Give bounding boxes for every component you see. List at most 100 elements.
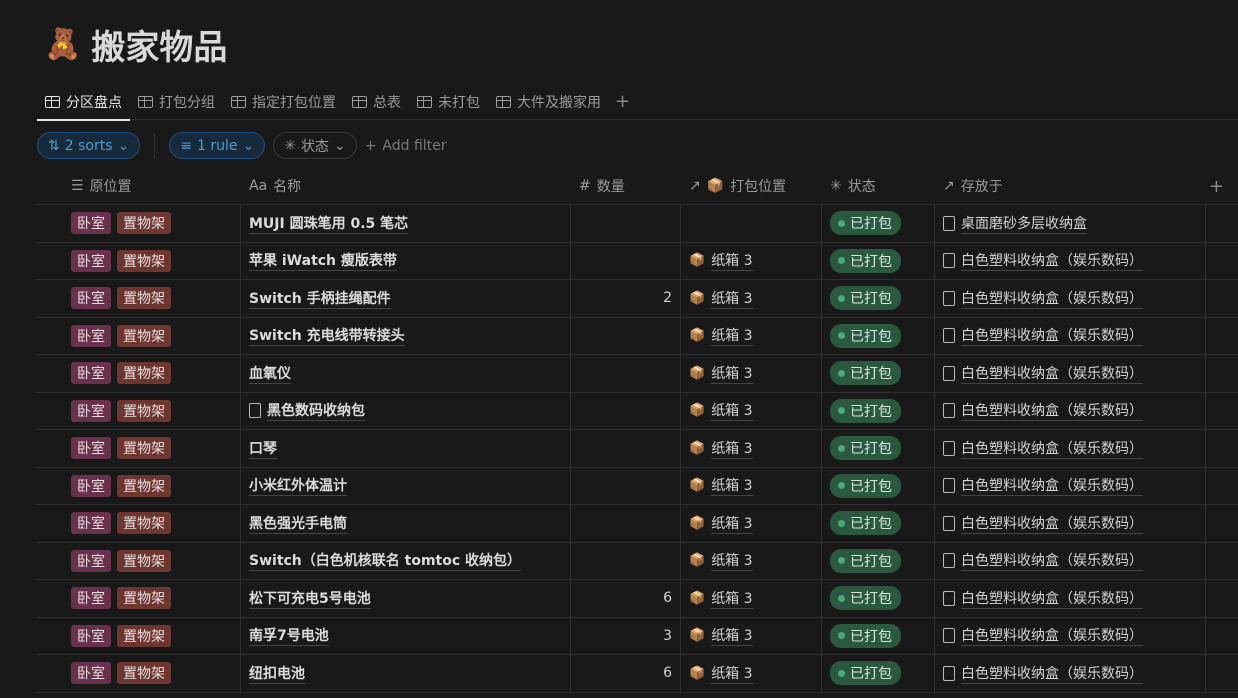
add-view-button[interactable]: + <box>609 91 636 112</box>
pack-cell[interactable]: 📦 纸箱 3 <box>681 467 822 504</box>
table-row[interactable]: 卧室 置物架 纽扣电池 6 📦 纸箱 3 已打包 白色塑料收纳盒（娱乐数码） <box>37 655 1238 693</box>
table-row[interactable]: 卧室 置物架 Switch 充电线带转接头 📦 纸箱 3 已打包 白色塑料收纳盒（娱… <box>37 317 1238 355</box>
location-cell[interactable]: 卧室 置物架 <box>37 655 241 692</box>
item-name[interactable]: 松下可充电5号电池 <box>249 588 371 609</box>
stored-cell[interactable]: 白色塑料收纳盒（娱乐数码） <box>935 280 1206 317</box>
pack-cell[interactable]: 📦 纸箱 3 <box>681 392 822 429</box>
item-name[interactable]: 纽扣电池 <box>249 663 305 684</box>
stored-link[interactable]: 白色塑料收纳盒（娱乐数码） <box>961 625 1143 647</box>
qty-cell[interactable]: 6 <box>571 580 681 617</box>
table-row[interactable]: 卧室 置物架 Switch（白色机核联名 tomtoc 收纳包） 📦 纸箱 3 已打… <box>37 542 1238 580</box>
pack-link[interactable]: 纸箱 3 <box>711 625 753 647</box>
pack-cell[interactable]: 📦 纸箱 3 <box>681 580 822 617</box>
pack-link[interactable]: 纸箱 3 <box>711 550 753 572</box>
pack-link[interactable]: 纸箱 3 <box>711 513 753 534</box>
pack-cell[interactable]: 📦 纸箱 3 <box>681 355 822 392</box>
sorts-button[interactable]: ⇅ 2 sorts ⌄ <box>37 132 141 159</box>
pack-cell[interactable]: 📦 纸箱 3 <box>681 542 822 579</box>
stored-cell[interactable]: 白色塑料收纳盒（娱乐数码） <box>935 505 1206 542</box>
name-cell[interactable]: 黑色强光手电筒 <box>241 505 571 542</box>
name-cell[interactable]: 黑色数码收纳包 <box>241 392 571 429</box>
location-cell[interactable]: 卧室 置物架 <box>37 542 241 579</box>
stored-cell[interactable]: 白色塑料收纳盒（娱乐数码） <box>935 355 1206 392</box>
stored-cell[interactable]: 白色塑料收纳盒（娱乐数码） <box>935 242 1206 279</box>
stored-cell[interactable]: 白色塑料收纳盒（娱乐数码） <box>935 542 1206 579</box>
tab[interactable]: 未打包 <box>409 84 488 120</box>
column-location[interactable]: ☰ 原位置 <box>37 168 241 204</box>
item-name[interactable]: MUJI 圆珠笔用 0.5 笔芯 <box>249 213 409 234</box>
location-cell[interactable]: 卧室 置物架 <box>37 467 241 504</box>
pack-cell[interactable]: 📦 纸箱 3 <box>681 317 822 354</box>
item-name[interactable]: 南孚7号电池 <box>249 625 329 647</box>
item-name[interactable]: 小米红外体温计 <box>249 475 347 497</box>
stored-link[interactable]: 白色塑料收纳盒（娱乐数码） <box>961 588 1143 609</box>
item-name[interactable]: Switch 手柄挂绳配件 <box>249 288 391 309</box>
page-title[interactable]: 搬家物品 <box>91 20 227 69</box>
rule-button[interactable]: ≡ 1 rule ⌄ <box>169 132 266 159</box>
item-name[interactable]: Switch 充电线带转接头 <box>249 325 405 347</box>
table-row[interactable]: 卧室 置物架 MUJI 圆珠笔用 0.5 笔芯 已打包 桌面磨砂多层收纳盒 <box>37 205 1238 243</box>
stored-link[interactable]: 白色塑料收纳盒（娱乐数码） <box>961 363 1143 384</box>
status-cell[interactable]: 已打包 <box>822 580 935 617</box>
stored-cell[interactable]: 白色塑料收纳盒（娱乐数码） <box>935 580 1206 617</box>
stored-cell[interactable]: 白色塑料收纳盒（娱乐数码） <box>935 617 1206 654</box>
item-name[interactable]: 苹果 iWatch 瘦版表带 <box>249 250 397 272</box>
tab[interactable]: 打包分组 <box>130 84 223 120</box>
column-pack[interactable]: ↗ 📦 打包位置 <box>681 168 822 204</box>
tab[interactable]: 分区盘点 <box>37 84 130 121</box>
stored-link[interactable]: 白色塑料收纳盒（娱乐数码） <box>961 513 1143 534</box>
location-cell[interactable]: 卧室 置物架 <box>37 580 241 617</box>
status-cell[interactable]: 已打包 <box>822 617 935 654</box>
stored-cell[interactable]: 白色塑料收纳盒（娱乐数码） <box>935 655 1206 692</box>
qty-cell[interactable] <box>571 542 681 579</box>
name-cell[interactable]: 小米红外体温计 <box>241 467 571 504</box>
pack-cell[interactable]: 📦 纸箱 3 <box>681 617 822 654</box>
tab[interactable]: 总表 <box>344 84 409 120</box>
location-cell[interactable]: 卧室 置物架 <box>37 280 241 317</box>
stored-cell[interactable]: 白色塑料收纳盒（娱乐数码） <box>935 317 1206 354</box>
location-cell[interactable]: 卧室 置物架 <box>37 242 241 279</box>
table-row[interactable]: 卧室 置物架 血氧仪 📦 纸箱 3 已打包 白色塑料收纳盒（娱乐数码） <box>37 355 1238 393</box>
qty-cell[interactable] <box>571 430 681 467</box>
qty-cell[interactable] <box>571 467 681 504</box>
item-name[interactable]: 血氧仪 <box>249 363 291 384</box>
pack-cell[interactable]: 📦 纸箱 3 <box>681 242 822 279</box>
pack-cell[interactable]: 📦 纸箱 3 <box>681 280 822 317</box>
stored-link[interactable]: 白色塑料收纳盒（娱乐数码） <box>961 475 1143 497</box>
name-cell[interactable]: 纽扣电池 <box>241 655 571 692</box>
name-cell[interactable]: 血氧仪 <box>241 355 571 392</box>
status-cell[interactable]: 已打包 <box>822 280 935 317</box>
stored-link[interactable]: 桌面磨砂多层收纳盒 <box>961 213 1087 234</box>
stored-link[interactable]: 白色塑料收纳盒（娱乐数码） <box>961 400 1143 422</box>
pack-link[interactable]: 纸箱 3 <box>711 363 753 384</box>
stored-cell[interactable]: 白色塑料收纳盒（娱乐数码） <box>935 467 1206 504</box>
name-cell[interactable]: MUJI 圆珠笔用 0.5 笔芯 <box>241 205 571 242</box>
stored-cell[interactable]: 桌面磨砂多层收纳盒 <box>935 205 1206 242</box>
pack-link[interactable]: 纸箱 3 <box>711 325 753 347</box>
status-cell[interactable]: 已打包 <box>822 505 935 542</box>
table-row[interactable]: 卧室 置物架 黑色强光手电筒 📦 纸箱 3 已打包 白色塑料收纳盒（娱乐数码） <box>37 505 1238 543</box>
qty-cell[interactable] <box>571 505 681 542</box>
pack-link[interactable]: 纸箱 3 <box>711 663 753 684</box>
name-cell[interactable]: Switch（白色机核联名 tomtoc 收纳包） <box>241 542 571 579</box>
table-row[interactable]: 卧室 置物架 黑色数码收纳包 📦 纸箱 3 已打包 白色塑料收纳盒（娱乐数码） <box>37 392 1238 430</box>
name-cell[interactable]: 口琴 <box>241 430 571 467</box>
status-cell[interactable]: 已打包 <box>822 205 935 242</box>
column-qty[interactable]: # 数量 <box>571 168 681 204</box>
stored-link[interactable]: 白色塑料收纳盒（娱乐数码） <box>961 438 1143 459</box>
item-name[interactable]: 黑色强光手电筒 <box>249 513 347 534</box>
table-row[interactable]: 卧室 置物架 口琴 📦 纸箱 3 已打包 白色塑料收纳盒（娱乐数码） <box>37 430 1238 468</box>
qty-cell[interactable] <box>571 355 681 392</box>
table-row[interactable]: 卧室 置物架 南孚7号电池 3 📦 纸箱 3 已打包 白色塑料收纳盒（娱乐数码） <box>37 617 1238 655</box>
name-cell[interactable]: Switch 手柄挂绳配件 <box>241 280 571 317</box>
pack-link[interactable]: 纸箱 3 <box>711 588 753 609</box>
stored-cell[interactable]: 白色塑料收纳盒（娱乐数码） <box>935 392 1206 429</box>
qty-cell[interactable] <box>571 392 681 429</box>
location-cell[interactable]: 卧室 置物架 <box>37 205 241 242</box>
table-row[interactable]: 卧室 置物架 苹果 iWatch 瘦版表带 📦 纸箱 3 已打包 白色塑料收纳盒（娱… <box>37 242 1238 280</box>
qty-cell[interactable]: 6 <box>571 655 681 692</box>
item-name[interactable]: 黑色数码收纳包 <box>267 400 365 422</box>
status-cell[interactable]: 已打包 <box>822 430 935 467</box>
name-cell[interactable]: Switch 充电线带转接头 <box>241 317 571 354</box>
qty-cell[interactable] <box>571 242 681 279</box>
